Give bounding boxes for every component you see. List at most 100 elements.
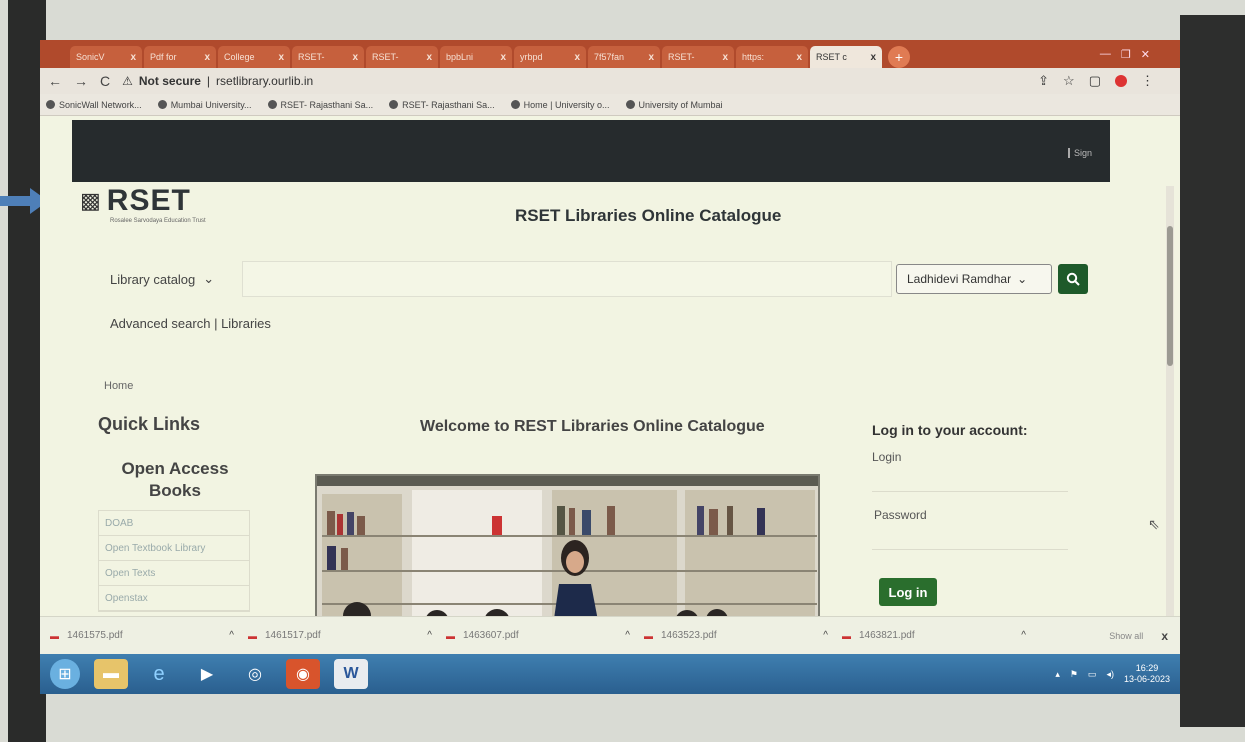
browser-tab[interactable]: bpbLni x bbox=[440, 46, 512, 68]
reload-icon[interactable]: C bbox=[100, 73, 110, 89]
folder-icon[interactable]: ◎ bbox=[238, 659, 272, 689]
pdf-file-icon: ▬ bbox=[248, 630, 257, 641]
bookmark-item[interactable]: RSET- Rajasthani Sa... bbox=[267, 100, 373, 110]
tab-close-icon[interactable]: x bbox=[500, 52, 506, 63]
rset-logo[interactable]: ▩ RSET Rosalee Sarvodaya Education Trust bbox=[80, 184, 206, 224]
tab-close-icon[interactable]: x bbox=[130, 52, 136, 63]
browser-tab[interactable]: RSET-x bbox=[366, 46, 438, 68]
minimize-icon[interactable]: — bbox=[1100, 48, 1111, 61]
profile-icon[interactable] bbox=[1115, 75, 1127, 87]
download-item[interactable]: ▬ 1461517.pdf ^ bbox=[248, 630, 446, 641]
url-text: rsetlibrary.ourlib.in bbox=[216, 74, 314, 88]
volume-icon[interactable]: ◂) bbox=[1106, 669, 1114, 680]
share-icon[interactable]: ⇪ bbox=[1038, 73, 1049, 89]
warning-icon: ⚠ bbox=[122, 74, 133, 88]
show-all-link[interactable]: Show all bbox=[1109, 631, 1143, 641]
tab-close-icon[interactable]: x bbox=[870, 52, 876, 63]
catalog-select[interactable]: Library catalog ⌄ bbox=[100, 261, 240, 297]
browser-tab[interactable]: RSET-x bbox=[292, 46, 364, 68]
search-input[interactable] bbox=[242, 261, 892, 297]
sidepanel-icon[interactable]: ▢ bbox=[1089, 73, 1101, 89]
forward-icon[interactable]: → bbox=[74, 73, 88, 89]
password-input[interactable] bbox=[872, 524, 1068, 550]
chevron-up-icon[interactable]: ^ bbox=[1021, 630, 1026, 641]
bookmark-item[interactable]: SonicWall Network... bbox=[46, 100, 142, 110]
tab-close-icon[interactable]: x bbox=[796, 52, 802, 63]
tab-close-icon[interactable]: x bbox=[352, 52, 358, 63]
file-explorer-icon[interactable]: ▬ bbox=[94, 659, 128, 689]
libraries-link[interactable]: Libraries bbox=[221, 316, 271, 331]
star-icon[interactable]: ☆ bbox=[1063, 73, 1075, 89]
close-downloads-icon[interactable]: x bbox=[1161, 629, 1168, 643]
word-icon[interactable]: W bbox=[334, 659, 368, 689]
tab-label: College bbox=[224, 52, 255, 62]
open-access-link[interactable]: Open Textbook Library bbox=[99, 536, 249, 561]
bookmark-item[interactable]: RSET- Rajasthani Sa... bbox=[389, 100, 495, 110]
browser-tab[interactable]: College x bbox=[218, 46, 290, 68]
tab-close-icon[interactable]: x bbox=[204, 52, 210, 63]
download-item[interactable]: ▬ 1463523.pdf ^ bbox=[644, 630, 842, 641]
url-field[interactable]: ⚠ Not secure | rsetlibrary.ourlib.in bbox=[122, 74, 313, 88]
start-button[interactable]: ⊞ bbox=[50, 659, 80, 689]
search-button[interactable] bbox=[1058, 264, 1088, 294]
site-title: RSET Libraries Online Catalogue bbox=[515, 206, 782, 225]
tab-close-icon[interactable]: x bbox=[426, 52, 432, 63]
download-item[interactable]: ▬ 1461575.pdf ^ bbox=[50, 630, 248, 641]
browser-tab[interactable]: yrbpd x bbox=[514, 46, 586, 68]
login-button[interactable]: Log in bbox=[879, 578, 937, 606]
chevron-up-icon[interactable]: ^ bbox=[625, 630, 630, 641]
download-item[interactable]: ▬ 1463821.pdf ^ bbox=[842, 630, 1040, 641]
advanced-search-link[interactable]: Advanced search bbox=[110, 316, 210, 331]
library-select[interactable]: Ladhidevi Ramdhar ⌄ bbox=[896, 264, 1052, 294]
tab-close-icon[interactable]: x bbox=[278, 52, 284, 63]
bookmark-icon bbox=[510, 100, 520, 109]
header-band: Sign bbox=[72, 120, 1110, 182]
tab-label: https: bbox=[742, 52, 765, 62]
system-tray: ▴ ⚑ ▭ ◂) 16:29 13-06-2023 bbox=[1055, 663, 1170, 685]
library-hero-image bbox=[315, 474, 820, 616]
back-icon[interactable]: ← bbox=[48, 73, 62, 89]
header-link[interactable]: Sign bbox=[1067, 148, 1092, 158]
breadcrumb[interactable]: Home bbox=[104, 380, 133, 392]
browser-tab[interactable]: https: x bbox=[736, 46, 808, 68]
open-access-link[interactable]: Open Texts bbox=[99, 561, 249, 586]
screen: SonicV x Pdf for x College x RSET-x RSET-x bpbLn… bbox=[40, 40, 1180, 694]
web-page: Sign ▩ RSET Rosalee Sarvodaya Education … bbox=[40, 116, 1180, 616]
login-input[interactable] bbox=[872, 466, 1068, 492]
bookmark-item[interactable]: Mumbai University... bbox=[157, 100, 252, 110]
security-label: Not secure bbox=[138, 74, 201, 88]
menu-icon[interactable]: ⋮ bbox=[1141, 73, 1154, 89]
browser-tab[interactable]: Pdf for x bbox=[144, 46, 216, 68]
page-scrollbar[interactable] bbox=[1166, 186, 1174, 616]
maximize-icon[interactable]: ❐ bbox=[1121, 48, 1131, 61]
search-bar: Library catalog ⌄ Ladhidevi Ramdhar ⌄ bbox=[100, 261, 1090, 299]
bookmarks-bar: SonicWall Network... Mumbai University...… bbox=[40, 94, 1180, 116]
bookmark-icon bbox=[267, 100, 277, 109]
tab-close-icon[interactable]: x bbox=[722, 52, 728, 63]
new-tab-button[interactable]: + bbox=[888, 46, 910, 68]
chevron-up-icon[interactable]: ^ bbox=[229, 630, 234, 641]
internet-explorer-icon[interactable]: e bbox=[142, 659, 176, 689]
clock[interactable]: 16:29 13-06-2023 bbox=[1124, 663, 1170, 685]
chevron-up-icon[interactable]: ^ bbox=[823, 630, 828, 641]
chrome-icon[interactable]: ◉ bbox=[286, 659, 320, 689]
browser-tab[interactable]: 7f57fan x bbox=[588, 46, 660, 68]
network-icon[interactable]: ▭ bbox=[1088, 669, 1097, 680]
bookmark-item[interactable]: Home | University o... bbox=[510, 100, 610, 110]
flag-icon[interactable]: ⚑ bbox=[1070, 669, 1078, 680]
browser-tab[interactable]: SonicV x bbox=[70, 46, 142, 68]
scrollbar-thumb[interactable] bbox=[1167, 226, 1173, 366]
password-label: Password bbox=[874, 508, 927, 522]
open-access-link[interactable]: DOAB bbox=[99, 511, 249, 536]
media-icon[interactable]: ▶ bbox=[190, 659, 224, 689]
close-icon[interactable]: ✕ bbox=[1141, 48, 1150, 61]
open-access-link[interactable]: Openstax bbox=[99, 586, 249, 611]
browser-tab[interactable]: RSET-x bbox=[662, 46, 734, 68]
bookmark-item[interactable]: University of Mumbai bbox=[625, 100, 723, 110]
browser-tab[interactable]: RSET c x bbox=[810, 46, 882, 68]
tray-arrow-icon[interactable]: ▴ bbox=[1055, 669, 1060, 680]
tab-close-icon[interactable]: x bbox=[648, 52, 654, 63]
download-item[interactable]: ▬ 1463607.pdf ^ bbox=[446, 630, 644, 641]
tab-close-icon[interactable]: x bbox=[574, 52, 580, 63]
chevron-up-icon[interactable]: ^ bbox=[427, 630, 432, 641]
